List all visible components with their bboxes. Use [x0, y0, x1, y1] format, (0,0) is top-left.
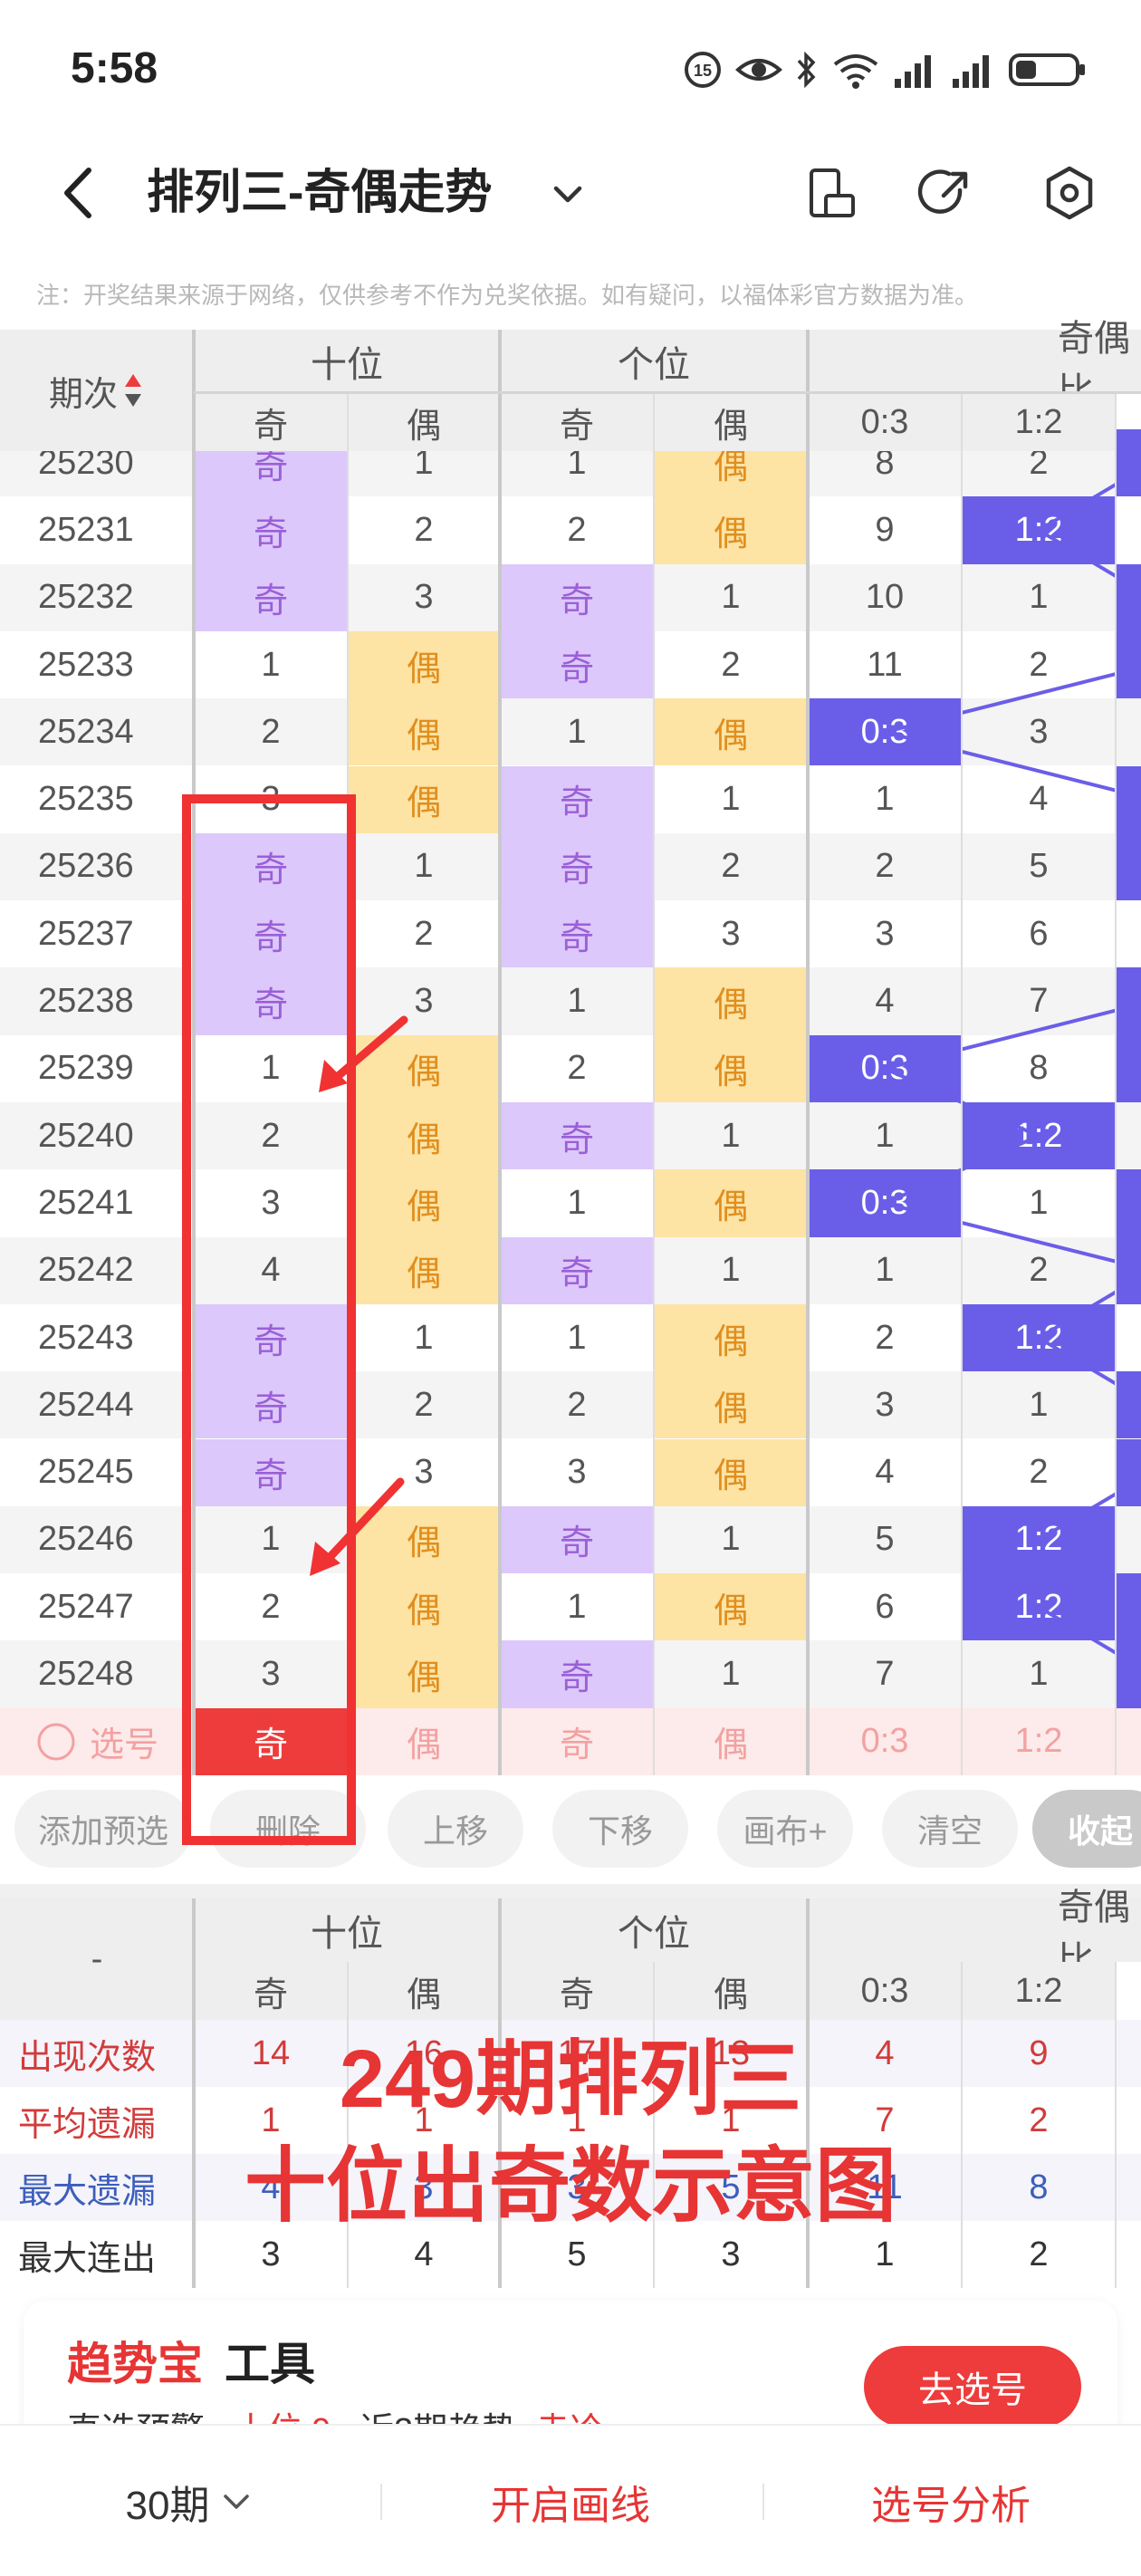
card-title-tool: 工具 [225, 2339, 315, 2389]
analysis-button[interactable]: 选号分析 [806, 2426, 1096, 2576]
bottom-separator [380, 2484, 382, 2520]
card-title-brand: 趋势宝 [67, 2339, 203, 2389]
overlay-title-line2: 十位出奇数示意图 [244, 2141, 896, 2232]
arrow-1 [319, 1015, 408, 1092]
period-select-label: 30期 [125, 2484, 210, 2528]
arrow-2 [310, 1477, 405, 1576]
chevron-down-icon [224, 2494, 250, 2509]
bottom-bar: 30期 开启画线 选号分析 [0, 2424, 1141, 2576]
period-select[interactable]: 30期 [54, 2426, 326, 2576]
overlay-title-line1: 249期排列三 [339, 2034, 802, 2125]
go-select-button[interactable]: 去选号 [864, 2346, 1081, 2427]
draw-line-button[interactable]: 开启画线 [426, 2426, 715, 2576]
bottom-separator [762, 2484, 764, 2520]
